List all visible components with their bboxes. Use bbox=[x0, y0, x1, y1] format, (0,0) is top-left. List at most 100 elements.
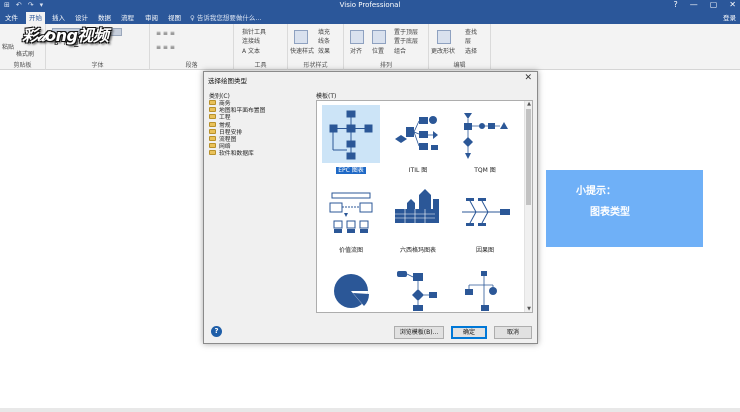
position-icon[interactable] bbox=[372, 30, 386, 44]
template-epc[interactable]: EPC 图表 bbox=[322, 105, 380, 174]
select-button[interactable]: 选择 bbox=[465, 46, 477, 55]
connector-button[interactable]: 连接线 bbox=[242, 36, 260, 45]
cancel-button[interactable]: 取消 bbox=[494, 326, 532, 339]
gallery-scrollbar[interactable]: ▲ ▼ bbox=[524, 101, 532, 312]
pie-thumbnail bbox=[322, 265, 380, 312]
template-flowchart[interactable] bbox=[389, 265, 447, 312]
help-button[interactable]: ? bbox=[211, 326, 222, 337]
line-button[interactable]: 线条 bbox=[318, 36, 330, 45]
choose-drawing-type-dialog: 选择绘图类型 ✕ 类别(C) 模板(T) 商务 地图和平面布置图 工程 常规 日… bbox=[203, 71, 538, 344]
maximize-button[interactable]: ▢ bbox=[710, 0, 718, 9]
text-tool-button[interactable]: A 文本 bbox=[242, 46, 260, 55]
template-name: ITIL 图 bbox=[389, 165, 447, 174]
template-gallery: EPC 图表 ITIL 图 TQM 图 价值流图 六西格玛图表 因果图 ▲ ▼ bbox=[316, 100, 533, 313]
tip-heading: 小提示： bbox=[576, 186, 616, 197]
group-paragraph: ≡ ≡ ≡ ≡ ≡ ≡ 段落 bbox=[150, 24, 234, 70]
folder-icon bbox=[209, 150, 216, 156]
group-label: 段落 bbox=[185, 62, 198, 69]
quick-styles-icon[interactable] bbox=[294, 30, 308, 44]
group-label: 字体 bbox=[91, 62, 104, 69]
scroll-down-icon[interactable]: ▼ bbox=[525, 306, 532, 312]
align-icon[interactable] bbox=[350, 30, 364, 44]
value-stream-diagram-icon bbox=[329, 192, 373, 233]
align-left-icon[interactable]: ≡ ≡ ≡ bbox=[156, 30, 175, 37]
send-back-button[interactable]: 置于底层 bbox=[394, 36, 418, 45]
cause-effect-thumbnail bbox=[456, 185, 514, 243]
template-name-text: 因果图 bbox=[475, 247, 494, 254]
tqm-thumbnail bbox=[456, 105, 514, 163]
fishbone-diagram-icon bbox=[462, 198, 510, 226]
org-thumbnail bbox=[456, 265, 514, 312]
title-bar: ⊞ ↶ ↷ ▾ Visio Professional ? — ▢ ✕ bbox=[0, 0, 740, 12]
epc-diagram-icon bbox=[329, 110, 373, 160]
format-painter-button[interactable]: 格式刷 bbox=[16, 49, 34, 58]
template-tqm[interactable]: TQM 图 bbox=[456, 105, 514, 174]
watermark-logo: 彩𝒹ong视频 bbox=[22, 26, 109, 45]
org-chart-icon bbox=[465, 271, 497, 311]
scroll-up-icon[interactable]: ▲ bbox=[525, 101, 532, 107]
template-name: 因果图 bbox=[456, 245, 514, 254]
pointer-tool-button[interactable]: 指针工具 bbox=[242, 27, 266, 36]
tab-review[interactable]: 审阅 bbox=[142, 12, 161, 24]
tab-process[interactable]: 流程 bbox=[118, 12, 137, 24]
template-value-stream[interactable]: 价值流图 bbox=[322, 185, 380, 254]
template-name: 价值流图 bbox=[322, 245, 380, 254]
align-center-icon[interactable]: ≡ ≡ ≡ bbox=[156, 44, 175, 51]
tqm-diagram-icon bbox=[463, 113, 508, 159]
group-tools: 指针工具 连接线 A 文本 工具 bbox=[234, 24, 288, 70]
group-arrange: 对齐 位置 置于顶层 置于底层 组合 排列 bbox=[344, 24, 429, 70]
template-name-text: 价值流图 bbox=[338, 247, 363, 254]
folder-icon bbox=[209, 107, 216, 113]
bring-front-button[interactable]: 置于顶层 bbox=[394, 27, 418, 36]
tab-file[interactable]: 文件 bbox=[2, 12, 21, 24]
template-itil[interactable]: ITIL 图 bbox=[389, 105, 447, 174]
group-shape-styles: 快速样式 填充 线条 效果 形状样式 bbox=[288, 24, 344, 70]
close-window-button[interactable]: ✕ bbox=[729, 0, 736, 9]
folder-icon bbox=[209, 121, 216, 127]
dialog-close-button[interactable]: ✕ bbox=[524, 73, 532, 83]
epc-thumbnail bbox=[322, 105, 380, 163]
folder-icon bbox=[209, 100, 216, 106]
scrollbar-thumb[interactable] bbox=[526, 109, 531, 205]
template-org-chart[interactable] bbox=[456, 265, 514, 312]
ribbon-tabs: 文件 开始 插入 设计 数据 流程 审阅 视图 ♀ 告诉我您想要做什么... 登… bbox=[0, 12, 740, 24]
template-name-text: 六西格玛图表 bbox=[399, 247, 436, 254]
change-shape-icon[interactable] bbox=[437, 30, 451, 44]
group-label: 剪贴板 bbox=[13, 62, 32, 69]
tab-view[interactable]: 视图 bbox=[165, 12, 184, 24]
browse-templates-button[interactable]: 浏览模板(B)... bbox=[394, 326, 444, 339]
group-edit: 更改形状 查找 层 选择 编辑 bbox=[429, 24, 491, 70]
tell-me-search[interactable]: ♀ 告诉我您想要做什么... bbox=[190, 12, 262, 24]
dialog-title: 选择绘图类型 bbox=[208, 77, 247, 85]
find-button[interactable]: 查找 bbox=[465, 27, 477, 36]
itil-thumbnail bbox=[389, 105, 447, 163]
tip-text: 图表类型 bbox=[590, 207, 630, 218]
effects-button[interactable]: 效果 bbox=[318, 46, 330, 55]
template-six-sigma[interactable]: 六西格玛图表 bbox=[389, 185, 447, 254]
value-stream-thumbnail bbox=[322, 185, 380, 243]
six-sigma-thumbnail bbox=[389, 185, 447, 243]
category-item-software[interactable]: 软件和数据库 bbox=[209, 149, 313, 157]
pie-chart-icon bbox=[334, 274, 369, 308]
template-cause-effect[interactable]: 因果图 bbox=[456, 185, 514, 254]
quick-styles-button[interactable]: 快速样式 bbox=[290, 46, 314, 55]
group-label: 排列 bbox=[379, 62, 392, 69]
align-button[interactable]: 对齐 bbox=[350, 46, 362, 55]
six-sigma-diagram-icon bbox=[395, 189, 439, 223]
template-pie-chart[interactable] bbox=[322, 265, 380, 312]
ok-button[interactable]: 确定 bbox=[451, 326, 487, 339]
sign-in-link[interactable]: 登录 bbox=[723, 12, 736, 24]
layers-button[interactable]: 层 bbox=[465, 36, 471, 45]
folder-icon bbox=[209, 136, 216, 142]
minimize-button[interactable]: — bbox=[690, 0, 698, 9]
template-name-text: ITIL 图 bbox=[408, 167, 428, 174]
template-label: 模板(T) bbox=[316, 93, 337, 100]
help-icon[interactable]: ? bbox=[673, 0, 677, 9]
group-button[interactable]: 组合 bbox=[394, 46, 406, 55]
position-button[interactable]: 位置 bbox=[372, 46, 384, 55]
fill-button[interactable]: 填充 bbox=[318, 27, 330, 36]
ribbon: 粘贴 格式刷 剪贴板 B I U 字体 ≡ ≡ ≡ ≡ ≡ ≡ 段落 指针工具 … bbox=[0, 24, 740, 70]
change-shape-button[interactable]: 更改形状 bbox=[431, 46, 455, 55]
paste-button[interactable]: 粘贴 bbox=[2, 42, 14, 51]
template-name: 六西格玛图表 bbox=[389, 245, 447, 254]
